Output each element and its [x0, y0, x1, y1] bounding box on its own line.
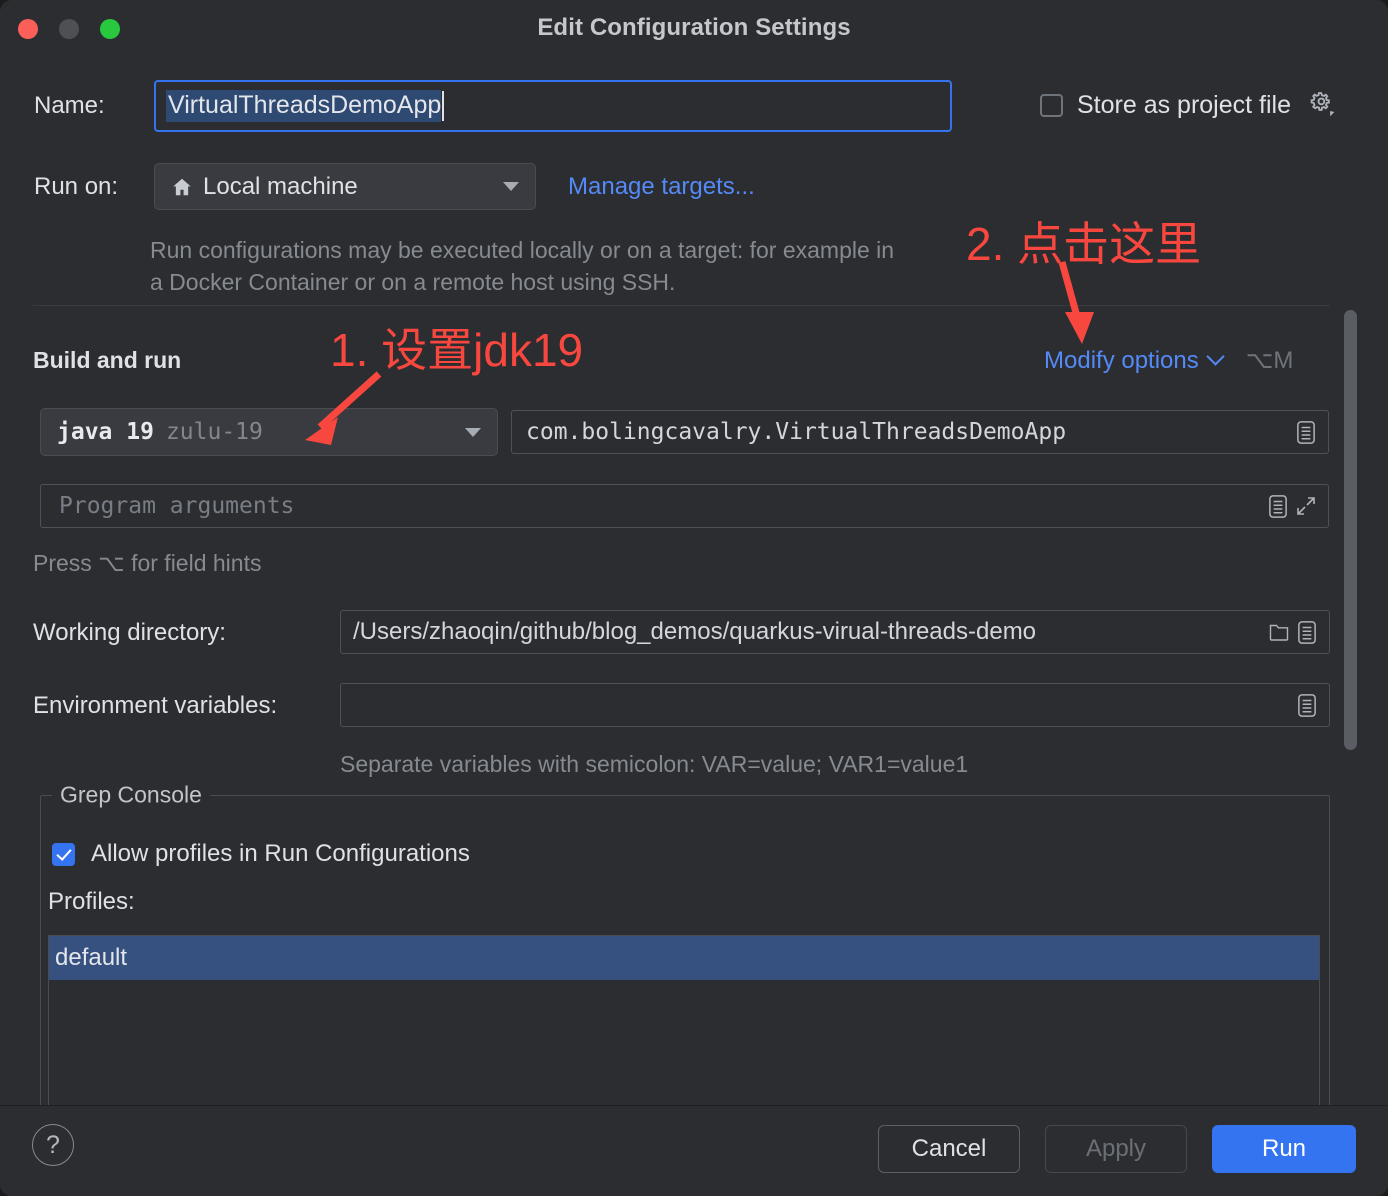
title-bar: Edit Configuration Settings	[0, 0, 1388, 58]
environment-variables-label: Environment variables:	[33, 692, 278, 719]
run-on-value: Local machine	[203, 172, 358, 200]
allow-profiles-row[interactable]: Allow profiles in Run Configurations	[52, 840, 470, 868]
text-caret	[442, 91, 445, 121]
expand-list-icon[interactable]	[1264, 491, 1292, 521]
edit-configuration-dialog: Edit Configuration Settings Name: Virtua…	[0, 0, 1388, 1196]
home-icon	[171, 176, 193, 198]
manage-targets-link[interactable]: Manage targets...	[568, 173, 755, 201]
name-input-value: VirtualThreadsDemoApp	[166, 90, 442, 122]
chevron-down-icon	[465, 427, 481, 437]
expand-list-icon[interactable]	[1293, 690, 1321, 720]
run-on-description: Run configurations may be executed local…	[150, 237, 895, 295]
grep-console-title: Grep Console	[52, 781, 210, 809]
annotation-step-2: 2. 点击这里	[966, 218, 1202, 270]
dialog-footer: ? Cancel Apply Run	[0, 1106, 1388, 1196]
working-directory-value: /Users/zhaoqin/github/blog_demos/quarkus…	[353, 618, 1037, 645]
modify-options-link[interactable]: Modify options	[1044, 347, 1199, 375]
program-arguments-input[interactable]: Program arguments	[40, 484, 1329, 528]
expand-editor-icon[interactable]	[1292, 491, 1320, 521]
run-button[interactable]: Run	[1212, 1125, 1356, 1173]
environment-variables-input[interactable]	[340, 683, 1330, 727]
cancel-button[interactable]: Cancel	[878, 1125, 1020, 1173]
vertical-scrollbar[interactable]	[1344, 310, 1357, 750]
gear-icon[interactable]	[1307, 90, 1337, 120]
store-as-project-file-label: Store as project file	[1077, 90, 1291, 119]
program-arguments-placeholder: Program arguments	[59, 493, 295, 519]
run-on-row: Run on: Local machine Manage targets...	[34, 163, 755, 210]
store-as-project-file-row[interactable]: Store as project file	[1040, 90, 1337, 120]
profiles-label: Profiles:	[48, 888, 135, 915]
field-hint-text: Press ⌥ for field hints	[33, 550, 262, 576]
name-input[interactable]: VirtualThreadsDemoApp	[154, 80, 952, 132]
chevron-down-icon	[503, 182, 519, 191]
working-directory-input[interactable]: /Users/zhaoqin/github/blog_demos/quarkus…	[340, 610, 1330, 654]
profiles-list[interactable]: default	[48, 935, 1320, 1110]
build-and-run-heading: Build and run	[33, 347, 182, 373]
section-divider	[33, 305, 1330, 306]
dialog-title: Edit Configuration Settings	[537, 14, 851, 41]
expand-list-icon[interactable]	[1292, 417, 1320, 447]
main-class-value: com.bolingcavalry.VirtualThreadsDemoApp	[526, 419, 1067, 445]
working-directory-label: Working directory:	[33, 619, 226, 646]
jdk-vendor: zulu-19	[165, 419, 263, 445]
annotation-step-1: 1. 设置jdk19	[330, 324, 584, 376]
main-class-input[interactable]: com.bolingcavalry.VirtualThreadsDemoApp	[511, 410, 1329, 454]
modify-options-shortcut: ⌥M	[1245, 347, 1294, 374]
name-row: Name: VirtualThreadsDemoApp	[34, 80, 952, 132]
name-label: Name:	[34, 92, 105, 119]
list-item[interactable]: default	[49, 936, 1319, 980]
modify-options-row: Modify options ⌥M	[1044, 346, 1293, 375]
store-as-project-file-checkbox[interactable]	[1040, 93, 1063, 117]
annotation-arrow-2	[1058, 261, 1094, 344]
expand-list-icon[interactable]	[1293, 617, 1321, 647]
allow-profiles-checkbox[interactable]	[52, 842, 75, 866]
apply-button[interactable]: Apply	[1045, 1125, 1187, 1173]
allow-profiles-label: Allow profiles in Run Configurations	[91, 840, 470, 867]
jdk-dropdown[interactable]: java 19 zulu-19	[40, 408, 498, 456]
jdk-name: java 19	[57, 419, 154, 445]
environment-variables-hint: Separate variables with semicolon: VAR=v…	[340, 751, 969, 777]
run-on-dropdown[interactable]: Local machine	[154, 163, 536, 210]
run-on-label: Run on:	[34, 172, 119, 200]
chevron-down-icon[interactable]	[1206, 347, 1225, 366]
folder-icon[interactable]	[1265, 617, 1293, 647]
help-button[interactable]: ?	[32, 1124, 74, 1166]
